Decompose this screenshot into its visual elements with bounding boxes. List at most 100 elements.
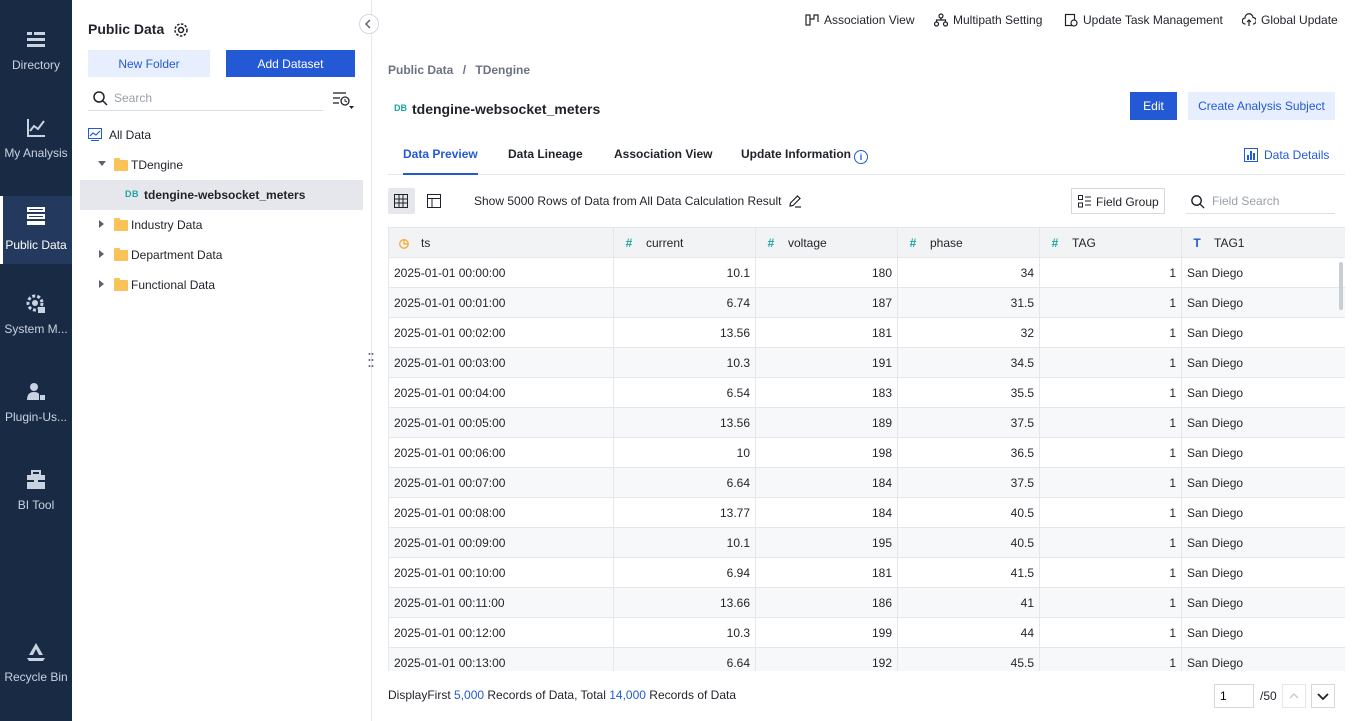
table-cell[interactable]: 183 bbox=[755, 377, 898, 408]
nav-item-recycle-bin[interactable]: Recycle Bin bbox=[0, 642, 72, 710]
table-cell[interactable]: 191 bbox=[755, 347, 898, 378]
table-cell[interactable]: San Diego bbox=[1181, 527, 1345, 558]
nav-item-public-data[interactable]: Public Data bbox=[0, 196, 72, 264]
field-group-button[interactable]: Field Group bbox=[1071, 188, 1165, 214]
field-search-input[interactable] bbox=[1212, 192, 1330, 210]
tab-data-lineage[interactable]: Data Lineage bbox=[508, 147, 583, 175]
nav-item-system-management[interactable]: System M... bbox=[0, 294, 72, 362]
table-cell[interactable]: 2025-01-01 00:01:00 bbox=[388, 287, 614, 318]
column-header-current[interactable]: # current bbox=[613, 227, 756, 258]
table-cell[interactable]: 31.5 bbox=[897, 287, 1040, 318]
table-cell[interactable]: 32 bbox=[897, 317, 1040, 348]
table-cell[interactable]: 195 bbox=[755, 527, 898, 558]
table-row[interactable]: 2025-01-01 00:13:00 6.64 192 45.5 1 San Diego bbox=[388, 647, 1345, 671]
table-cell[interactable]: San Diego bbox=[1181, 317, 1345, 348]
table-cell[interactable]: San Diego bbox=[1181, 347, 1345, 378]
filter-history-icon[interactable] bbox=[332, 90, 356, 110]
new-folder-button[interactable]: New Folder bbox=[88, 50, 210, 77]
table-cell[interactable]: 192 bbox=[755, 647, 898, 671]
table-cell[interactable]: 2025-01-01 00:06:00 bbox=[388, 437, 614, 468]
table-cell[interactable]: San Diego bbox=[1181, 437, 1345, 468]
info-icon[interactable]: i bbox=[854, 150, 868, 164]
table-cell[interactable]: 1 bbox=[1039, 377, 1182, 408]
table-row[interactable]: 2025-01-01 00:00:00 10.1 180 34 1 San Diego bbox=[388, 257, 1345, 288]
table-cell[interactable]: 13.56 bbox=[613, 317, 756, 348]
table-scrollbar[interactable] bbox=[1339, 262, 1343, 310]
table-cell[interactable]: 37.5 bbox=[897, 407, 1040, 438]
table-row[interactable]: 2025-01-01 00:11:00 13.66 186 41 1 San Diego bbox=[388, 587, 1345, 618]
update-task-management-button[interactable]: Update Task Management bbox=[1064, 12, 1229, 30]
table-cell[interactable]: 13.77 bbox=[613, 497, 756, 528]
nav-item-directory[interactable]: Directory bbox=[0, 30, 72, 98]
table-cell[interactable]: 6.54 bbox=[613, 377, 756, 408]
caret-right-icon[interactable] bbox=[99, 280, 104, 288]
tree-item-industry-data[interactable]: Industry Data bbox=[80, 210, 363, 240]
table-cell[interactable]: 2025-01-01 00:04:00 bbox=[388, 377, 614, 408]
table-cell[interactable]: 41 bbox=[897, 587, 1040, 618]
nav-item-bi-tool[interactable]: BI Tool bbox=[0, 470, 72, 538]
table-cell[interactable]: 198 bbox=[755, 437, 898, 468]
grid-view-button[interactable] bbox=[388, 188, 415, 214]
table-cell[interactable]: San Diego bbox=[1181, 257, 1345, 288]
table-cell[interactable]: 6.64 bbox=[613, 467, 756, 498]
table-cell[interactable]: 1 bbox=[1039, 287, 1182, 318]
table-cell[interactable]: San Diego bbox=[1181, 587, 1345, 618]
column-header-ts[interactable]: ◷ ts bbox=[388, 227, 614, 258]
table-cell[interactable]: 45.5 bbox=[897, 647, 1040, 671]
table-row[interactable]: 2025-01-01 00:06:00 10 198 36.5 1 San Diego bbox=[388, 437, 1345, 468]
table-row[interactable]: 2025-01-01 00:04:00 6.54 183 35.5 1 San Diego bbox=[388, 377, 1345, 408]
table-cell[interactable]: 2025-01-01 00:07:00 bbox=[388, 467, 614, 498]
table-row[interactable]: 2025-01-01 00:12:00 10.3 199 44 1 San Diego bbox=[388, 617, 1345, 648]
table-cell[interactable]: 6.94 bbox=[613, 557, 756, 588]
layout-view-button[interactable] bbox=[421, 188, 448, 214]
table-cell[interactable]: 1 bbox=[1039, 347, 1182, 378]
table-cell[interactable]: San Diego bbox=[1181, 287, 1345, 318]
table-cell[interactable]: 2025-01-01 00:08:00 bbox=[388, 497, 614, 528]
table-cell[interactable]: 13.66 bbox=[613, 587, 756, 618]
table-cell[interactable]: 44 bbox=[897, 617, 1040, 648]
table-cell[interactable]: 1 bbox=[1039, 407, 1182, 438]
table-cell[interactable]: San Diego bbox=[1181, 617, 1345, 648]
table-cell[interactable]: 13.56 bbox=[613, 407, 756, 438]
table-cell[interactable]: San Diego bbox=[1181, 407, 1345, 438]
search-input[interactable] bbox=[114, 88, 314, 108]
table-row[interactable]: 2025-01-01 00:10:00 6.94 181 41.5 1 San Diego bbox=[388, 557, 1345, 588]
create-analysis-subject-button[interactable]: Create Analysis Subject bbox=[1188, 92, 1335, 120]
tree-item-department-data[interactable]: Department Data bbox=[80, 240, 363, 270]
table-row[interactable]: 2025-01-01 00:03:00 10.3 191 34.5 1 San Diego bbox=[388, 347, 1345, 378]
table-cell[interactable]: 1 bbox=[1039, 437, 1182, 468]
table-cell[interactable]: 10 bbox=[613, 437, 756, 468]
association-view-button[interactable]: Association View bbox=[805, 12, 917, 30]
table-cell[interactable]: 181 bbox=[755, 317, 898, 348]
column-header-tag[interactable]: # TAG bbox=[1039, 227, 1182, 258]
table-cell[interactable]: 36.5 bbox=[897, 437, 1040, 468]
edit-pencil-icon[interactable] bbox=[788, 194, 802, 208]
table-cell[interactable]: 2025-01-01 00:12:00 bbox=[388, 617, 614, 648]
table-cell[interactable]: 199 bbox=[755, 617, 898, 648]
tree-item-dataset[interactable]: DB tdengine-websocket_meters bbox=[80, 180, 363, 210]
column-header-voltage[interactable]: # voltage bbox=[755, 227, 898, 258]
table-cell[interactable]: 189 bbox=[755, 407, 898, 438]
multipath-setting-button[interactable]: Multipath Setting bbox=[934, 12, 1049, 30]
table-cell[interactable]: 6.64 bbox=[613, 647, 756, 671]
table-cell[interactable]: 2025-01-01 00:11:00 bbox=[388, 587, 614, 618]
table-cell[interactable]: 2025-01-01 00:02:00 bbox=[388, 317, 614, 348]
breadcrumb-root[interactable]: Public Data bbox=[388, 63, 453, 77]
table-cell[interactable]: 2025-01-01 00:05:00 bbox=[388, 407, 614, 438]
table-cell[interactable]: 1 bbox=[1039, 467, 1182, 498]
table-cell[interactable]: 37.5 bbox=[897, 467, 1040, 498]
page-down-button[interactable] bbox=[1311, 684, 1335, 708]
page-input[interactable] bbox=[1214, 684, 1254, 708]
table-cell[interactable]: 1 bbox=[1039, 497, 1182, 528]
table-cell[interactable]: 181 bbox=[755, 557, 898, 588]
table-cell[interactable]: 1 bbox=[1039, 557, 1182, 588]
table-cell[interactable]: 2025-01-01 00:09:00 bbox=[388, 527, 614, 558]
tab-data-preview[interactable]: Data Preview bbox=[403, 147, 478, 175]
table-cell[interactable]: 187 bbox=[755, 287, 898, 318]
page-up-button[interactable] bbox=[1282, 684, 1306, 708]
table-cell[interactable]: 1 bbox=[1039, 647, 1182, 671]
tab-update-information[interactable]: Update Information i bbox=[741, 147, 868, 175]
table-cell[interactable]: 2025-01-01 00:03:00 bbox=[388, 347, 614, 378]
column-header-phase[interactable]: # phase bbox=[897, 227, 1040, 258]
table-cell[interactable]: 186 bbox=[755, 587, 898, 618]
